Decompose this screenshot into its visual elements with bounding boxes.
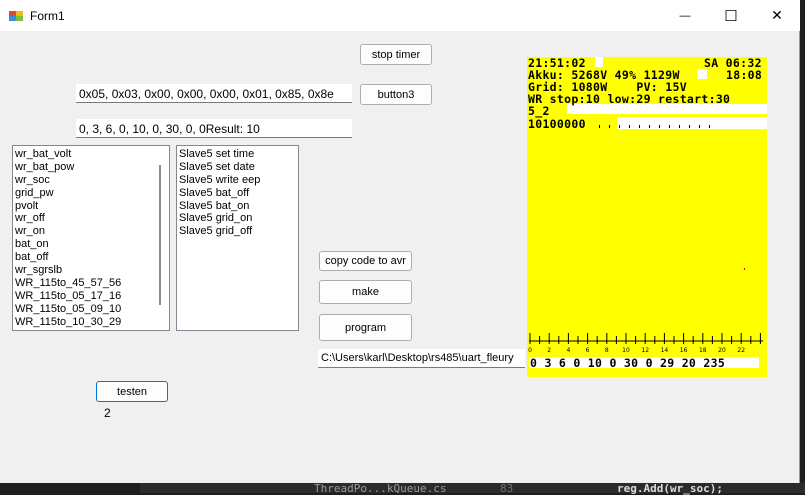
list-item[interactable]: WR_115to_05_17_16 <box>13 290 169 303</box>
list-item[interactable]: WR_115to_10_30_29 <box>13 316 169 329</box>
lcd-dot <box>659 125 660 128</box>
left-listbox[interactable]: wr_bat_volt wr_bat_pow wr_soc grid_pw pvolt w… <box>12 145 170 331</box>
lcd-axis-label: 2 <box>547 347 551 354</box>
lcd-axis-label: 10 <box>622 347 630 354</box>
lcd-dot-row <box>599 125 710 128</box>
lcd-axis-label: 22 <box>737 347 745 354</box>
testen-button[interactable]: testen <box>96 381 168 402</box>
list-item[interactable]: WR_115to_45_57_56 <box>13 277 169 290</box>
background-editor-tab: ThreadPo...kQueue.cs <box>314 482 447 495</box>
list-item[interactable]: Slave5 grid_off <box>177 225 298 238</box>
list-item[interactable]: bat_on <box>13 238 169 251</box>
list-item[interactable]: Slave5 set date <box>177 161 298 174</box>
list-item[interactable]: Slave5 set time <box>177 148 298 161</box>
lcd-marker <box>744 268 745 270</box>
result-input[interactable]: 0, 3, 6, 0, 10, 0, 30, 0, 0Result: 10 <box>76 119 352 138</box>
app-icon <box>9 11 23 21</box>
left-listbox-scrollbar[interactable] <box>154 147 168 329</box>
list-item[interactable]: wr_off <box>13 212 169 225</box>
list-item[interactable]: Slave5 bat_on <box>177 200 298 213</box>
copy-code-to-avr-button[interactable]: copy code to avr <box>319 251 412 271</box>
lcd-dot <box>609 125 610 128</box>
lcd-dot <box>689 125 690 128</box>
maximize-icon: ☐ <box>724 7 738 25</box>
lcd-dot <box>639 125 640 128</box>
lcd-bottom-values: 0 3 6 0 10 0 30 0 29 20 235 <box>530 356 726 370</box>
lcd-axis-label: 16 <box>680 347 688 354</box>
lcd-dot <box>709 125 710 128</box>
form-window: Form1 — ☐ ✕ stop timer button3 copy code… <box>0 0 800 483</box>
list-item[interactable]: WR_115to_05_09_10 <box>13 303 169 316</box>
list-item[interactable]: wr_on <box>13 225 169 238</box>
list-item[interactable]: wr_soc <box>13 174 169 187</box>
minimize-button[interactable]: — <box>662 0 708 31</box>
window-title: Form1 <box>30 9 65 23</box>
minimize-icon: — <box>679 9 691 22</box>
lcd-dot <box>699 125 700 128</box>
hex-bytes-input[interactable]: 0x05, 0x03, 0x00, 0x00, 0x00, 0x01, 0x85… <box>76 84 352 103</box>
list-item[interactable]: Slave5 bat_off <box>177 187 298 200</box>
lcd-axis-label: 8 <box>605 347 609 354</box>
counter-label: 2 <box>104 406 111 420</box>
lcd-axis-label: 4 <box>566 347 570 354</box>
lcd-graph: 0 2 4 6 8 10 12 14 16 18 20 22 <box>528 125 763 354</box>
path-input[interactable]: C:\Users\karl\Desktop\rs485\uart_fleury <box>318 349 525 368</box>
lcd-dot <box>669 125 670 128</box>
title-bar[interactable]: Form1 — ☐ ✕ <box>0 0 800 31</box>
lcd-axis-ticks <box>529 333 761 344</box>
lcd-dot <box>649 125 650 128</box>
maximize-button[interactable]: ☐ <box>708 0 754 31</box>
list-item[interactable]: wr_bat_volt <box>13 148 169 161</box>
lcd-axis-label: 6 <box>586 347 590 354</box>
right-listbox[interactable]: Slave5 set time Slave5 set date Slave5 wri… <box>176 145 299 331</box>
lcd-axis-label: 0 <box>528 347 532 354</box>
lcd-dot <box>629 125 630 128</box>
list-item[interactable]: Slave5 write eep <box>177 174 298 187</box>
lcd-axis-label: 12 <box>641 347 649 354</box>
lcd-dot <box>599 125 600 128</box>
close-button[interactable]: ✕ <box>754 0 800 31</box>
program-button[interactable]: program <box>319 314 412 341</box>
background-editor-line-number: 83 <box>500 482 514 495</box>
button3[interactable]: button3 <box>360 84 432 105</box>
list-item[interactable]: grid_pw <box>13 187 169 200</box>
lcd-axis-label: 18 <box>699 347 707 354</box>
left-listbox-scroll-thumb[interactable] <box>159 165 161 305</box>
lcd-axis-label: 20 <box>718 347 726 354</box>
right-list-items: Slave5 set time Slave5 set date Slave5 wri… <box>177 146 298 238</box>
list-item[interactable]: wr_sgrslb <box>13 264 169 277</box>
left-list-items: wr_bat_volt wr_bat_pow wr_soc grid_pw pvolt w… <box>13 146 169 328</box>
make-button[interactable]: make <box>319 280 412 304</box>
close-icon: ✕ <box>771 7 783 23</box>
list-item[interactable]: Slave5 grid_on <box>177 212 298 225</box>
list-item[interactable]: bat_off <box>13 251 169 264</box>
lcd-display: 21:51:02 SA 06:32 Akku: 5268V 49% 1129W … <box>527 57 767 377</box>
lcd-axis-label: 14 <box>661 347 669 354</box>
stop-timer-button[interactable]: stop timer <box>360 44 432 65</box>
list-item[interactable]: wr_bat_pow <box>13 161 169 174</box>
lcd-axis-labels: 0 2 4 6 8 10 12 14 16 18 20 22 <box>528 347 745 354</box>
list-item[interactable]: pvolt <box>13 200 169 213</box>
background-editor-code: reg.Add(wr_soc); <box>617 482 723 495</box>
lcd-dot <box>619 125 620 128</box>
lcd-dot <box>679 125 680 128</box>
